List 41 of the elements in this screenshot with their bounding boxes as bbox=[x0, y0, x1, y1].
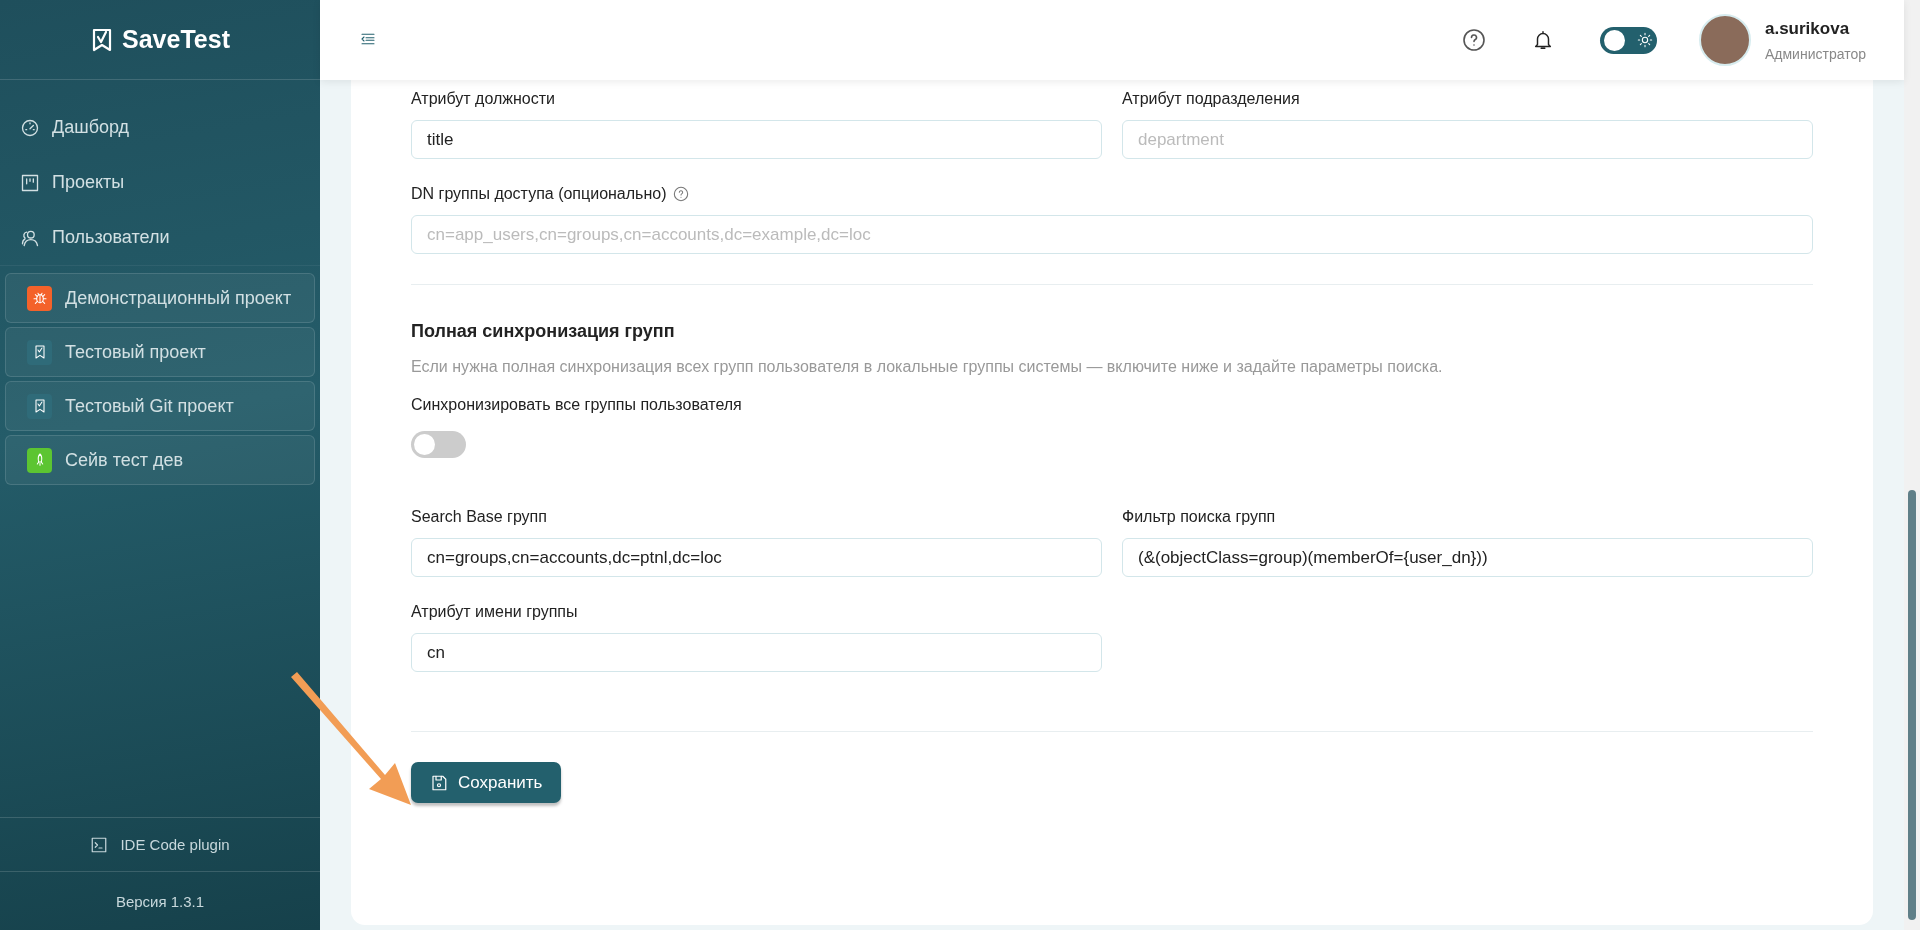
sun-icon bbox=[1637, 32, 1653, 48]
logo-text: SaveTest bbox=[122, 25, 230, 54]
toggle-switch[interactable] bbox=[411, 431, 466, 458]
project-item[interactable]: Тестовый Git проект bbox=[5, 381, 315, 431]
floppy-icon bbox=[430, 773, 448, 792]
gauge-icon bbox=[20, 117, 40, 138]
field-label: Атрибут подразделения bbox=[1122, 90, 1300, 108]
bell-icon bbox=[1532, 28, 1554, 52]
scrollbar-thumb[interactable] bbox=[1908, 490, 1916, 920]
project-item[interactable]: Демонстрационный проект bbox=[5, 273, 315, 323]
version-text: Версия 1.3.1 bbox=[115, 892, 205, 910]
field-label: DN группы доступа (опционально) bbox=[411, 185, 667, 203]
input-field[interactable]: title bbox=[411, 120, 1102, 159]
theme-toggle[interactable] bbox=[1600, 26, 1657, 54]
user-name: a.surikova bbox=[1765, 18, 1851, 39]
help-icon bbox=[1462, 28, 1486, 52]
bug-icon bbox=[31, 290, 48, 306]
nav-item[interactable]: Дашборд bbox=[0, 100, 320, 155]
avatar bbox=[1699, 14, 1751, 66]
save-button[interactable]: Сохранить bbox=[411, 762, 562, 803]
nav-item[interactable]: Проекты bbox=[0, 155, 320, 210]
section-title: Полная синхронизация групп bbox=[411, 321, 676, 342]
plugin-link[interactable]: IDE Code plugin bbox=[0, 817, 320, 872]
project-item[interactable]: Тестовый проект bbox=[5, 327, 315, 377]
project-item[interactable]: Сейв тест дев bbox=[5, 435, 315, 485]
input-field[interactable]: cn=app_users,cn=groups,cn=accounts,dc=example,dc=loc bbox=[411, 215, 1813, 254]
input-field[interactable]: (&(objectClass=group)(memberOf={user_dn})) bbox=[1122, 538, 1813, 577]
input-field[interactable]: department bbox=[1122, 120, 1813, 159]
field-label: Search Base групп bbox=[411, 508, 547, 526]
field-label: Фильтр поиска групп bbox=[1122, 508, 1276, 526]
field-label: Атрибут имени группы bbox=[411, 603, 578, 621]
board-icon bbox=[20, 172, 40, 193]
field-label: Атрибут должности bbox=[411, 90, 555, 108]
nav-item[interactable]: Пользователи bbox=[0, 210, 320, 265]
input-field[interactable]: cn=groups,cn=accounts,dc=ptnl,dc=loc bbox=[411, 538, 1102, 577]
toggle-label: Синхронизировать все группы пользователя bbox=[411, 396, 743, 414]
terminal-icon bbox=[90, 835, 109, 854]
user-role: Администратор bbox=[1765, 45, 1866, 62]
section-description: Если нужна полная синхронизация всех групп пользователя в локальные группы системы — включите ниже и задайте параметры поиска. bbox=[411, 358, 1444, 376]
help-icon bbox=[672, 186, 689, 202]
input-field[interactable]: cn bbox=[411, 633, 1102, 672]
